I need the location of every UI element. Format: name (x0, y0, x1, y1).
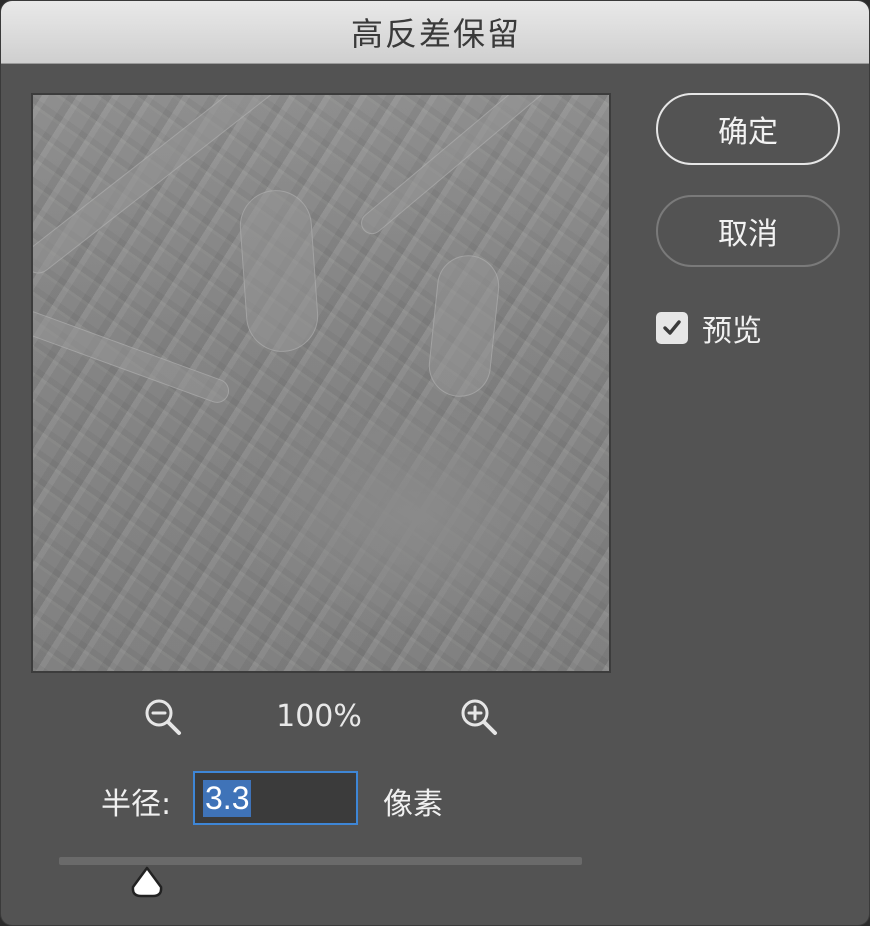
title-bar[interactable]: 高反差保留 (1, 1, 869, 64)
zoom-in-button[interactable] (457, 695, 501, 739)
filter-preview-image[interactable] (31, 93, 611, 673)
radius-slider-thumb[interactable] (129, 865, 165, 899)
high-pass-dialog: 高反差保留 确定 取消 预览 100% 半径: 3.3 像素 (0, 0, 870, 926)
checkmark-icon (663, 320, 681, 335)
radius-unit-label: 像素 (383, 787, 443, 822)
cancel-button[interactable]: 取消 (656, 195, 840, 267)
zoom-in-icon (461, 699, 497, 735)
preview-checkbox[interactable] (656, 312, 688, 344)
preview-shape (33, 307, 233, 407)
radius-value: 3.3 (203, 779, 252, 817)
radius-input[interactable]: 3.3 (193, 771, 358, 825)
radius-slider-track[interactable] (59, 857, 582, 865)
zoom-out-button[interactable] (141, 695, 185, 739)
zoom-controls: 100% (1, 693, 641, 743)
preview-label: 预览 (702, 314, 762, 349)
preview-shape (425, 252, 503, 400)
ok-button[interactable]: 确定 (656, 93, 840, 165)
dialog-title: 高反差保留 (350, 15, 521, 53)
zoom-level: 100% (276, 699, 362, 734)
radius-label: 半径: (101, 787, 172, 822)
slider-thumb-icon (131, 866, 163, 898)
preview-toggle[interactable]: 预览 (656, 306, 762, 350)
preview-shape (356, 95, 572, 239)
preview-shape (237, 187, 321, 355)
zoom-out-icon (145, 699, 181, 735)
